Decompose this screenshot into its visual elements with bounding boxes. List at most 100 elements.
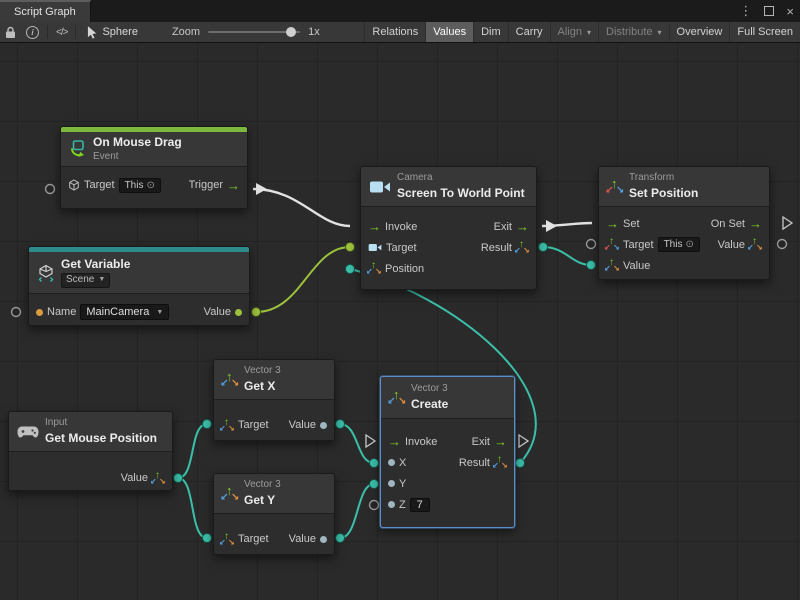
wire-result-to-value[interactable] bbox=[543, 247, 591, 265]
flow-arrowhead bbox=[256, 183, 267, 195]
wire-mouse-to-getx[interactable] bbox=[178, 424, 207, 478]
node-category: Input bbox=[45, 417, 157, 430]
vector3-icon: ↑↙↘ bbox=[606, 259, 619, 272]
variable-icon bbox=[37, 264, 55, 282]
port-invoke-create[interactable] bbox=[366, 435, 375, 447]
this-target-chip[interactable]: This⊙ bbox=[119, 178, 161, 193]
port-x-create[interactable] bbox=[370, 459, 379, 468]
flow-arrow-icon: → bbox=[227, 179, 240, 192]
vector3-icon: ↑↙↘ bbox=[494, 456, 507, 469]
zoom-slider[interactable] bbox=[208, 22, 300, 42]
node-get-variable[interactable]: Get Variable Scene▼ Name MainCamera▼ Val… bbox=[28, 246, 250, 326]
float-port-dot bbox=[388, 501, 395, 508]
graph-target-breadcrumb[interactable]: Sphere bbox=[79, 22, 145, 42]
port-label-set: Set bbox=[623, 218, 640, 230]
node-screen-to-world-point[interactable]: Camera Screen To World Point → Invoke Ex… bbox=[360, 166, 537, 290]
window-maximize-icon[interactable] bbox=[758, 0, 780, 22]
wire-gety-to-y[interactable] bbox=[340, 484, 374, 538]
dim-button[interactable]: Dim bbox=[473, 22, 508, 42]
carry-button[interactable]: Carry bbox=[508, 22, 550, 42]
node-on-mouse-drag[interactable]: On Mouse Drag Event Target This⊙ Trigger… bbox=[60, 126, 248, 209]
graph-target-label: Sphere bbox=[102, 26, 137, 38]
object-port-dot bbox=[235, 309, 242, 316]
port-name-get-variable[interactable] bbox=[12, 308, 21, 317]
wire-trigger-to-invoke[interactable] bbox=[253, 189, 350, 226]
port-result-screen-to-world[interactable] bbox=[539, 243, 548, 252]
mouse-drag-event-icon bbox=[69, 140, 87, 158]
port-position-screen-to-world[interactable] bbox=[346, 265, 355, 274]
port-target-set-position[interactable] bbox=[587, 240, 596, 249]
zoom-slider-thumb[interactable] bbox=[286, 27, 296, 37]
port-value-get-y[interactable] bbox=[336, 534, 345, 543]
zoom-value: 1x bbox=[308, 22, 320, 42]
port-target-screen-to-world[interactable] bbox=[346, 243, 355, 252]
port-target-get-x[interactable] bbox=[203, 420, 212, 429]
port-result-create[interactable] bbox=[516, 459, 525, 468]
string-port-dot bbox=[36, 309, 43, 316]
node-title: Create bbox=[411, 397, 448, 412]
port-label-name: Name bbox=[47, 306, 76, 318]
align-button[interactable]: Align▾ bbox=[550, 22, 598, 42]
port-exit-create[interactable] bbox=[519, 435, 528, 447]
port-y-create[interactable] bbox=[370, 480, 379, 489]
info-button[interactable]: i bbox=[21, 22, 44, 42]
port-label-position: Position bbox=[385, 263, 424, 275]
port-label-target: Target bbox=[238, 533, 269, 545]
lock-button[interactable] bbox=[0, 22, 21, 42]
vector3-icon: ↑↙↘ bbox=[389, 390, 405, 406]
camera-icon bbox=[369, 180, 391, 194]
port-label-invoke: Invoke bbox=[385, 221, 417, 233]
node-vector3-create[interactable]: ↑↙↘ Vector 3 Create → Invoke Exit → X bbox=[380, 376, 515, 528]
flow-arrowhead bbox=[546, 220, 557, 232]
toolbar-separator bbox=[47, 25, 48, 39]
node-title: On Mouse Drag bbox=[93, 135, 182, 150]
port-target-on-mouse-drag[interactable] bbox=[46, 185, 55, 194]
graph-canvas[interactable]: On Mouse Drag Event Target This⊙ Trigger… bbox=[0, 43, 800, 600]
variable-name-dropdown[interactable]: MainCamera▼ bbox=[80, 304, 169, 320]
node-get-mouse-position[interactable]: Input Get Mouse Position Value ↑↙↘ bbox=[8, 411, 173, 491]
port-value-get-x[interactable] bbox=[336, 420, 345, 429]
node-set-position[interactable]: ↑↙↘ Transform Set Position → Set On Set … bbox=[598, 166, 770, 280]
distribute-button[interactable]: Distribute▾ bbox=[598, 22, 668, 42]
z-value-input[interactable]: 7 bbox=[410, 498, 430, 512]
info-icon: i bbox=[26, 26, 39, 39]
tab-label: Script Graph bbox=[14, 6, 76, 18]
code-view-button[interactable]: </> bbox=[51, 22, 72, 42]
port-value-get-variable[interactable] bbox=[252, 308, 261, 317]
port-label-value-out: Value bbox=[718, 239, 745, 251]
window-close-icon[interactable]: × bbox=[780, 0, 800, 22]
window-menu-icon[interactable]: ⋮ bbox=[733, 0, 758, 22]
port-value-get-mouse-position[interactable] bbox=[174, 474, 183, 483]
gameobject-icon bbox=[68, 179, 80, 191]
port-label-x: X bbox=[399, 457, 406, 469]
port-label-target: Target bbox=[84, 179, 115, 191]
node-title: Get Mouse Position bbox=[45, 431, 157, 446]
float-port-dot bbox=[388, 459, 395, 466]
this-target-chip[interactable]: This⊙ bbox=[658, 237, 700, 252]
graph-toolbar: i </> Sphere Zoom 1x Relations Values Di… bbox=[0, 22, 800, 43]
wire-variable-to-target[interactable] bbox=[256, 247, 350, 312]
port-value-in-set-position[interactable] bbox=[587, 261, 596, 270]
node-get-y[interactable]: ↑↙↘ Vector 3 Get Y ↑↙↘ Target Value bbox=[213, 473, 335, 555]
port-z-create[interactable] bbox=[370, 501, 379, 510]
node-get-x[interactable]: ↑↙↘ Vector 3 Get X ↑↙↘ Target Value bbox=[213, 359, 335, 441]
target-icon: ⊙ bbox=[146, 180, 154, 191]
port-target-get-y[interactable] bbox=[203, 534, 212, 543]
tab-script-graph[interactable]: Script Graph bbox=[0, 0, 91, 22]
wire-mouse-to-gety[interactable] bbox=[178, 478, 207, 538]
port-label-on-set: On Set bbox=[711, 218, 745, 230]
node-category: Vector 3 bbox=[411, 383, 448, 396]
variable-scope-dropdown[interactable]: Scene▼ bbox=[61, 273, 110, 288]
cursor-icon bbox=[87, 26, 98, 39]
fullscreen-button[interactable]: Full Screen bbox=[729, 22, 800, 42]
values-button[interactable]: Values bbox=[425, 22, 473, 42]
script-graph-window: Script Graph ⋮ × i </> Sphere Zoom 1x Re… bbox=[0, 0, 800, 600]
relations-button[interactable]: Relations bbox=[364, 22, 425, 42]
overview-button[interactable]: Overview bbox=[669, 22, 730, 42]
lock-icon bbox=[5, 26, 16, 39]
port-on-set-out[interactable] bbox=[783, 217, 792, 229]
port-label-trigger: Trigger bbox=[189, 179, 223, 191]
flow-arrow-icon: → bbox=[749, 217, 762, 230]
port-value-out-set-position[interactable] bbox=[778, 240, 787, 249]
port-label-value: Value bbox=[121, 472, 148, 484]
